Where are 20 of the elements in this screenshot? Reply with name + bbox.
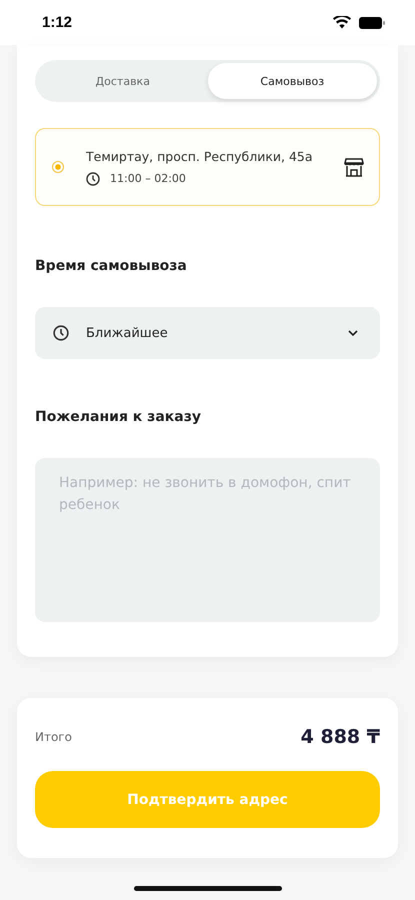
status-time: 1:12 bbox=[42, 14, 72, 31]
store-icon bbox=[343, 156, 365, 178]
wifi-icon bbox=[333, 16, 351, 29]
tab[interactable]: Доставка bbox=[38, 63, 208, 99]
comment-field[interactable]: Например: не звонить в домофон, спит ребенок bbox=[35, 458, 380, 622]
battery-icon bbox=[359, 16, 385, 28]
pickup-address: Темиртау, просп. Республики, 45а bbox=[86, 148, 314, 164]
total-label: Итого bbox=[35, 730, 72, 744]
section-label: Время самовывоза bbox=[35, 258, 187, 274]
pickup-point-card[interactable]: Темиртау, просп. Республики, 45а 11:00 – 02:00 bbox=[35, 128, 380, 206]
clock-icon bbox=[53, 325, 69, 341]
opening-hours: 11:00 – 02:00 bbox=[110, 172, 186, 185]
chevron-down-icon bbox=[348, 330, 358, 336]
radio-button[interactable] bbox=[52, 161, 64, 173]
clock-icon bbox=[86, 172, 100, 186]
time-select[interactable]: Ближайшее bbox=[35, 307, 380, 359]
select-value: Ближайшее bbox=[86, 326, 169, 340]
tab[interactable]: Самовывоз bbox=[208, 63, 377, 99]
section-label: Пожелания к заказу bbox=[35, 409, 201, 425]
total-amount: 4 888 ₸ bbox=[300, 726, 380, 748]
